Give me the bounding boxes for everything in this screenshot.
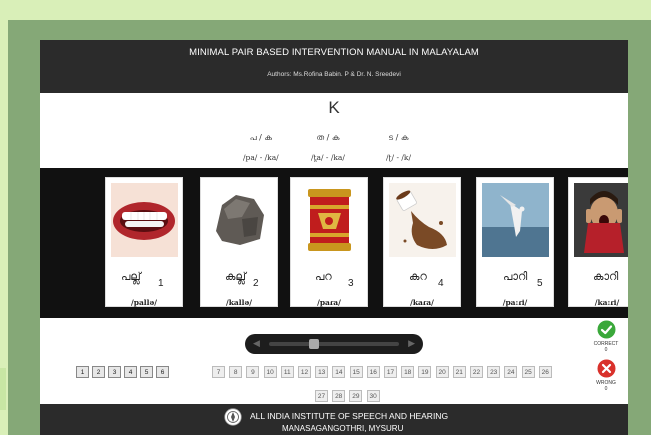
page-button[interactable]: 23 — [487, 366, 501, 378]
card-number: 2 — [253, 278, 259, 289]
target-phoneme: K — [328, 98, 340, 117]
card-number: 4 — [438, 278, 444, 289]
word-card-4[interactable]: കറ 4 /kaɾa/ — [383, 177, 461, 307]
scroll-thumb[interactable] — [309, 339, 319, 349]
para-vessel-image — [296, 183, 363, 257]
manual-viewer: MINIMAL PAIR BASED INTERVENTION MANUAL I… — [40, 40, 628, 435]
bird-flying-image — [482, 183, 549, 257]
header-bar: MINIMAL PAIR BASED INTERVENTION MANUAL I… — [40, 40, 628, 93]
institute-address: MANASAGANGOTHRI, MYSURU — [282, 424, 404, 433]
screaming-boy-image — [574, 183, 628, 257]
pair-ipa: /pa/ - /ka/ — [243, 153, 279, 162]
page-button[interactable]: 19 — [418, 366, 432, 378]
teeth-image — [111, 183, 178, 257]
card-ipa: /pa:ɾi/ — [502, 298, 528, 307]
page-button[interactable]: 11 — [280, 366, 294, 378]
footer-bar: ALL INDIA INSTITUTE OF SPEECH AND HEARIN… — [40, 404, 628, 435]
wrong-icon[interactable] — [597, 359, 616, 378]
page-button[interactable]: 29 — [349, 390, 363, 402]
page-button[interactable]: 3 — [108, 366, 121, 378]
page-button[interactable]: 2 — [92, 366, 105, 378]
correct-label: CORRECT 0 — [591, 341, 621, 353]
picture-carousel: പല്ല് 1 /pallə/ കല്ല് 2 /kallə/ പറ 3 /pa… — [40, 168, 628, 318]
word-card-6[interactable]: കാറി /ka:ɾi/ — [568, 177, 628, 307]
word-card-3[interactable]: പറ 3 /paɾa/ — [290, 177, 368, 307]
pair-script: പ / ക — [249, 133, 272, 142]
page-button[interactable]: 13 — [315, 366, 329, 378]
page-button[interactable]: 16 — [366, 366, 380, 378]
page-button[interactable]: 8 — [229, 366, 243, 378]
page-button[interactable]: 22 — [470, 366, 483, 378]
page-button[interactable]: 1 — [76, 366, 89, 378]
page-button[interactable]: 17 — [384, 366, 397, 378]
pair-contrast-1[interactable]: പ / ക /pa/ - /ka/ — [243, 133, 279, 162]
card-word: കറ — [409, 270, 427, 283]
page-button[interactable]: 18 — [401, 366, 415, 378]
page-button[interactable]: 4 — [124, 366, 137, 378]
correct-icon[interactable] — [597, 320, 616, 339]
card-word: പാറി — [503, 270, 528, 283]
page-button[interactable]: 6 — [156, 366, 169, 378]
wrong-count: 0 — [604, 386, 608, 392]
card-number: 1 — [158, 278, 164, 289]
card-word: പല്ല് — [121, 270, 141, 283]
page-button[interactable]: 24 — [504, 366, 518, 378]
page-button[interactable]: 25 — [521, 366, 535, 378]
card-ipa: /ka:ɾi/ — [594, 298, 620, 307]
stain-image — [389, 183, 456, 257]
card-ipa: /kaɾa/ — [410, 298, 434, 307]
pair-contrast-3[interactable]: ട / ക /ʈ/ - /k/ — [386, 133, 411, 162]
page-button[interactable]: 14 — [332, 366, 346, 378]
page-button[interactable]: 15 — [349, 366, 363, 378]
page-button[interactable]: 28 — [332, 390, 346, 402]
card-ipa: /paɾa/ — [317, 298, 341, 307]
scroll-track[interactable] — [269, 342, 399, 346]
card-ipa: /kallə/ — [225, 298, 252, 307]
card-word: പറ — [315, 270, 332, 283]
word-card-5[interactable]: പാറി 5 /pa:ɾi/ — [476, 177, 554, 307]
card-ipa: /pallə/ — [130, 298, 158, 307]
correct-count: 0 — [604, 347, 608, 353]
pair-script: ത / ക — [316, 133, 340, 142]
word-card-1[interactable]: പല്ല് 1 /pallə/ — [105, 177, 183, 307]
carousel-scrollbar[interactable]: ◀ ▶ — [245, 334, 423, 354]
page-button[interactable]: 9 — [246, 366, 260, 378]
institute-name: ALL INDIA INSTITUTE OF SPEECH AND HEARIN… — [250, 411, 449, 421]
page-button[interactable]: 20 — [435, 366, 449, 378]
page-button[interactable]: 5 — [140, 366, 153, 378]
scroll-right-icon[interactable]: ▶ — [408, 338, 415, 349]
word-card-2[interactable]: കല്ല് 2 /kallə/ — [200, 177, 278, 307]
card-number: 5 — [537, 278, 543, 289]
scroll-left-icon[interactable]: ◀ — [253, 338, 260, 349]
authors-line: Authors: Ms.Rofina Babin. P & Dr. N. Sre… — [267, 71, 401, 78]
page-button[interactable]: 12 — [298, 366, 311, 378]
page-button[interactable]: 26 — [538, 366, 552, 378]
card-number: 3 — [348, 278, 354, 289]
page-title: MINIMAL PAIR BASED INTERVENTION MANUAL I… — [189, 47, 479, 58]
institute-logo-icon — [224, 408, 242, 426]
page-button[interactable]: 27 — [315, 390, 328, 402]
pair-ipa: /ʈ/ - /k/ — [386, 153, 411, 162]
rock-image — [206, 183, 273, 257]
page-button[interactable]: 21 — [452, 366, 466, 378]
pair-script: ട / ക — [388, 133, 409, 142]
pair-contrast-2[interactable]: ത / ക /t̪a/ - /ka/ — [311, 133, 345, 162]
page-button[interactable]: 30 — [366, 390, 380, 402]
wrong-label: WRONG 0 — [591, 380, 621, 392]
card-word: കല്ല് — [225, 270, 246, 283]
left-edge-bar — [0, 368, 6, 410]
pair-ipa: /t̪a/ - /ka/ — [311, 153, 345, 162]
page-button[interactable]: 10 — [263, 366, 277, 378]
card-word: കാറി — [593, 270, 619, 283]
page-button[interactable]: 7 — [212, 366, 225, 378]
